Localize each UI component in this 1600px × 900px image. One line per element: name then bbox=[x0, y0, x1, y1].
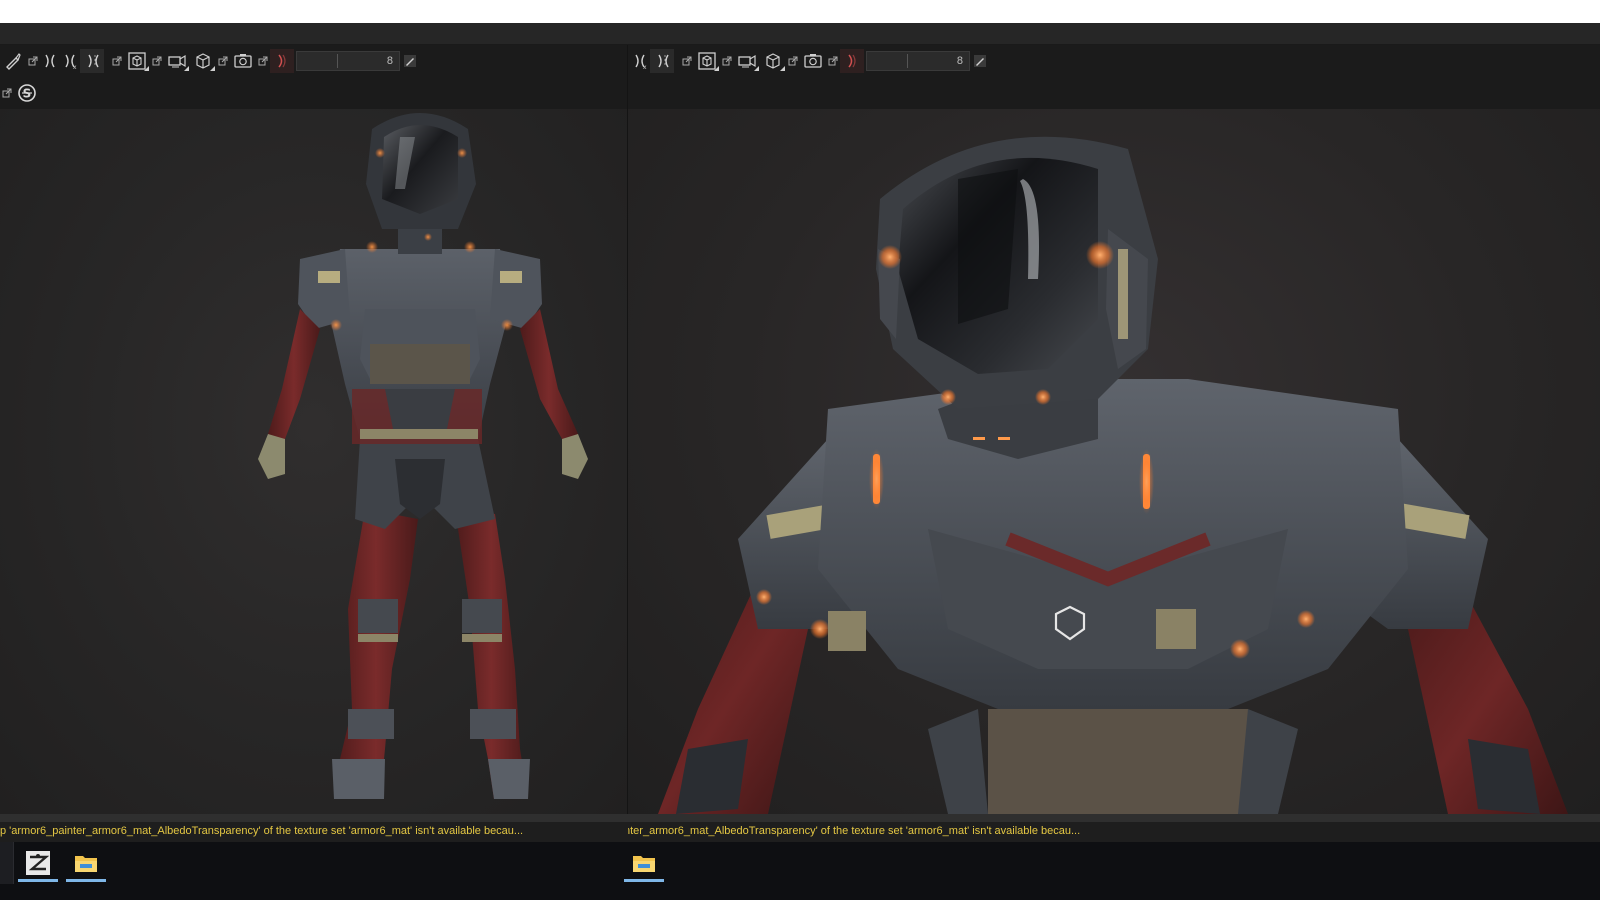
active-indicator bbox=[624, 879, 664, 882]
symmetry-y-icon[interactable]: x bbox=[60, 50, 80, 72]
viewport-toolbar-left: x 8 bbox=[0, 45, 628, 109]
environment-settings-icon[interactable] bbox=[190, 50, 216, 72]
screenshot-camera-icon[interactable] bbox=[800, 50, 826, 72]
environment-settings-icon[interactable] bbox=[760, 50, 786, 72]
mirror-group bbox=[80, 49, 104, 73]
window-top-bar bbox=[0, 0, 1600, 23]
popout-icon[interactable] bbox=[826, 50, 840, 72]
paint-brush-icon[interactable] bbox=[0, 50, 26, 72]
symmetry-x-icon[interactable] bbox=[40, 50, 60, 72]
file-explorer-icon[interactable] bbox=[66, 844, 106, 882]
popout-icon[interactable] bbox=[26, 50, 40, 72]
3d-viewport-right[interactable] bbox=[628, 109, 1600, 814]
brush-size-value: 8 bbox=[386, 55, 393, 67]
screenshot-camera-icon[interactable] bbox=[230, 50, 256, 72]
zbrush-app-icon[interactable] bbox=[18, 844, 58, 882]
symmetry-y-icon[interactable]: x bbox=[630, 50, 650, 72]
brush-size-value: 8 bbox=[956, 55, 963, 67]
armor-model-closeup bbox=[658, 136, 1568, 814]
toolbar-row-2: S bbox=[0, 77, 40, 109]
popout-icon[interactable] bbox=[786, 50, 800, 72]
sculpt-mode-icon[interactable] bbox=[842, 50, 862, 72]
status-bar-left: p 'armor6_painter_armor6_mat_AlbedoTrans… bbox=[0, 822, 628, 842]
start-button-edge[interactable] bbox=[0, 842, 14, 884]
viewport-splitter[interactable] bbox=[627, 45, 628, 842]
toolbar-row-1: x 8 bbox=[630, 45, 990, 77]
mirror-group bbox=[650, 49, 674, 73]
popout-icon[interactable] bbox=[150, 50, 164, 72]
3d-viewport-left[interactable] bbox=[0, 109, 628, 814]
popout-icon[interactable] bbox=[110, 50, 124, 72]
svg-text:x: x bbox=[643, 64, 647, 70]
popout-icon[interactable] bbox=[680, 50, 694, 72]
os-taskbar bbox=[0, 842, 1600, 900]
sculpt-mode-group bbox=[270, 49, 294, 73]
popout-icon[interactable] bbox=[256, 50, 270, 72]
status-warning-text: p 'armor6_painter_armor6_mat_AlbedoTrans… bbox=[0, 825, 524, 837]
app-root: x 8 x 8 p 'armor6_painter_armor6_mat_Alb… bbox=[0, 0, 1600, 900]
status-warning-text: nter_armor6_mat_AlbedoTransparency' of t… bbox=[628, 825, 1081, 837]
file-explorer-icon[interactable] bbox=[624, 844, 664, 882]
status-bar-right: nter_armor6_mat_AlbedoTransparency' of t… bbox=[628, 822, 1600, 842]
mirror-icon[interactable] bbox=[652, 50, 672, 72]
camera-settings-icon[interactable] bbox=[734, 50, 760, 72]
popout-icon[interactable] bbox=[720, 50, 734, 72]
display-settings-icon[interactable] bbox=[124, 50, 150, 72]
brush-size-slider[interactable]: 8 bbox=[296, 51, 400, 71]
viewport-toolbar-right: x 8 bbox=[628, 45, 1600, 109]
pencil-edit-icon[interactable] bbox=[400, 50, 420, 72]
pencil-edit-icon[interactable] bbox=[970, 50, 990, 72]
active-indicator bbox=[66, 879, 106, 882]
display-settings-icon[interactable] bbox=[694, 50, 720, 72]
menu-band bbox=[0, 23, 1600, 45]
popout-icon[interactable] bbox=[216, 50, 230, 72]
status-separator bbox=[0, 814, 1600, 822]
active-indicator bbox=[18, 879, 58, 882]
brush-size-slider[interactable]: 8 bbox=[866, 51, 970, 71]
sculpt-mode-group bbox=[840, 49, 864, 73]
mirror-icon[interactable] bbox=[82, 50, 102, 72]
toolbar-row-1: x 8 bbox=[0, 45, 420, 77]
popout-icon[interactable] bbox=[0, 82, 14, 104]
sculpt-mode-icon[interactable] bbox=[272, 50, 292, 72]
armor-model-full-body bbox=[258, 113, 588, 799]
svg-text:x: x bbox=[73, 64, 77, 70]
substance-source-icon[interactable]: S bbox=[14, 82, 40, 104]
camera-settings-icon[interactable] bbox=[164, 50, 190, 72]
